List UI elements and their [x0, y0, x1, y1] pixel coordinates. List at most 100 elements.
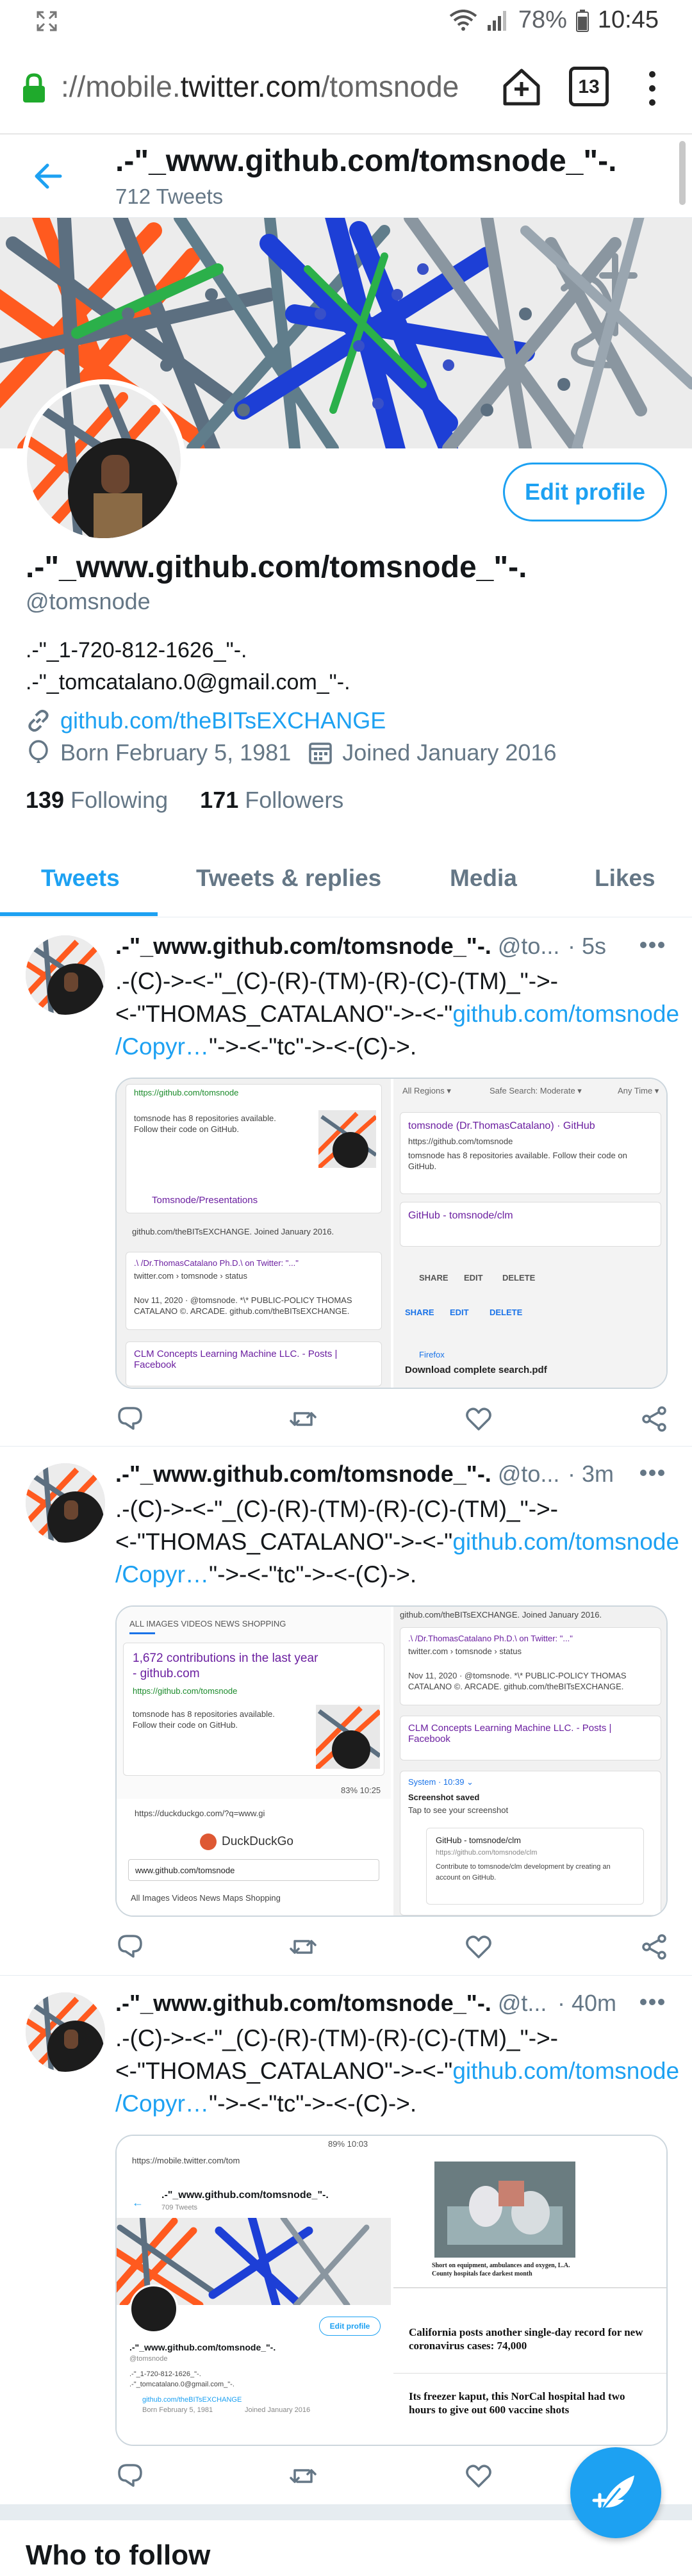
- tweet[interactable]: .-"_www.github.com/tomsnode_"-. @to... ·…: [0, 1447, 692, 1976]
- tweet-link[interactable]: github.com/tomsnode: [452, 1001, 679, 1027]
- tweet-author-handle[interactable]: @to...: [498, 933, 560, 959]
- reply-icon[interactable]: [117, 1406, 144, 1432]
- github-result-title: tomsnode (Dr.ThomasCatalano) · GitHub: [408, 1120, 595, 1131]
- ddg-url: https://duckduckgo.com/?q=www.gi: [135, 1809, 265, 1818]
- mini-profile-name: .-"_www.github.com/tomsnode_"-.: [129, 2342, 276, 2352]
- profile-website-row: github.com/theBITsEXCHANGE: [26, 707, 386, 734]
- mini-born: Born February 5, 1981: [142, 2406, 213, 2414]
- overflow-menu-icon[interactable]: [645, 69, 660, 108]
- screenshot-notification: System · 10:39 ⌄ Screenshot saved Tap to…: [400, 1771, 661, 1916]
- home-add-icon[interactable]: [501, 67, 542, 108]
- result-join-text: github.com/theBITsEXCHANGE. Joined Janua…: [132, 1227, 334, 1236]
- tweet-actions: [115, 1406, 668, 1438]
- calendar-icon: [309, 742, 332, 764]
- notif-preview-url: https://github.com/tomsnode/clm: [436, 1849, 538, 1857]
- browser-toolbar: ://mobile.twitter.com/tomsnode 13: [0, 41, 692, 135]
- tweet-text-tail: "->-<-"tc"->-<-(C)->.: [208, 2090, 417, 2117]
- tweet-text: .-(C)->-<-"_(C)-(R)-(TM)-(R)-(C)-(TM)_"-…: [115, 965, 679, 1063]
- tab-likes[interactable]: Likes: [595, 865, 655, 892]
- tweet[interactable]: .-"_www.github.com/tomsnode_"-. @to... ·…: [0, 919, 692, 1447]
- share-icon[interactable]: [641, 1933, 668, 1960]
- tweet-link[interactable]: github.com/tomsnode: [452, 2058, 679, 2084]
- retweet-icon[interactable]: [290, 1933, 317, 1960]
- tweet[interactable]: .-"_www.github.com/tomsnode_"-. @t... · …: [0, 1976, 692, 2505]
- compose-tweet-button[interactable]: [570, 2447, 661, 2538]
- news-headline-1: California posts another single-day reco…: [409, 2326, 643, 2352]
- tab-media[interactable]: Media: [450, 865, 517, 892]
- like-icon[interactable]: [465, 2463, 492, 2490]
- tweet-author-name[interactable]: .-"_www.github.com/tomsnode_"-.: [115, 1461, 491, 1487]
- media-screenshot-right: Short on equipment, ambulances and oxyge…: [393, 2136, 666, 2445]
- tab-switcher-button[interactable]: 13: [569, 67, 609, 106]
- scrollbar-thumb[interactable]: [679, 141, 686, 205]
- twitter-result-card: .\ /Dr.ThomasCatalano Ph.D.\ on Twitter:…: [400, 1627, 661, 1705]
- edit-profile-button[interactable]: Edit profile: [503, 463, 667, 521]
- notif-edit-grey: EDIT: [464, 1273, 483, 1283]
- tweet-author-name[interactable]: .-"_www.github.com/tomsnode_"-.: [115, 1990, 491, 2016]
- tweet-author-handle[interactable]: @t...: [498, 1990, 547, 2016]
- tweet-timestamp[interactable]: · 5s: [568, 933, 606, 960]
- reply-icon[interactable]: [117, 1933, 144, 1960]
- who-to-follow-heading: Who to follow: [26, 2539, 211, 2571]
- reply-icon[interactable]: [117, 2463, 144, 2490]
- like-icon[interactable]: [465, 1406, 492, 1432]
- like-icon[interactable]: [465, 1933, 492, 1960]
- followers-count: 171: [200, 787, 239, 813]
- mini-joined: Joined January 2016: [245, 2406, 311, 2414]
- phone-status: 89% 10:03: [328, 2139, 368, 2149]
- ddg-filter-tabs: All Images Videos News Maps Shopping: [131, 1893, 281, 1903]
- profile-avatar[interactable]: [22, 379, 186, 543]
- tweet-link-continued[interactable]: /Copyr…: [115, 1561, 209, 1587]
- search-tab-indicator: [129, 1632, 155, 1634]
- clm-result-card: CLM Concepts Learning Machine LLC. - Pos…: [400, 1716, 661, 1760]
- tweet-timestamp[interactable]: · 40m: [557, 1990, 616, 2017]
- github-result-url: https://github.com/tomsnode: [408, 1136, 513, 1146]
- mini-edit-profile: Edit profile: [319, 2317, 381, 2336]
- notif-source: System · 10:39 ⌄: [408, 1777, 474, 1787]
- tweet-media[interactable]: 89% 10:03 https://mobile.twitter.com/tom…: [115, 2135, 668, 2446]
- following-count: 139: [26, 787, 65, 813]
- result-url: https://github.com/tomsnode: [134, 1088, 239, 1097]
- battery-icon: [575, 9, 589, 32]
- tweet-avatar[interactable]: [26, 1992, 105, 2072]
- tweet-timestamp[interactable]: · 3m: [568, 1461, 614, 1488]
- following-link[interactable]: 139 Following: [26, 787, 168, 814]
- tweet-author-handle[interactable]: @to...: [498, 1461, 560, 1487]
- tweet-avatar[interactable]: [26, 935, 105, 1015]
- followers-link[interactable]: 171 Followers: [200, 787, 343, 814]
- time-filter: Any Time ▾: [618, 1086, 659, 1095]
- tweet-link-continued[interactable]: /Copyr…: [115, 1033, 209, 1060]
- more-options-icon[interactable]: [638, 935, 666, 955]
- notif-subtitle: Tap to see your screenshot: [408, 1805, 509, 1815]
- tweet-avatar[interactable]: [26, 1463, 105, 1543]
- tab-tweets[interactable]: Tweets: [41, 865, 120, 892]
- search-tabs: ALL IMAGES VIDEOS NEWS SHOPPING: [129, 1619, 286, 1628]
- news-divider-2: [393, 2373, 666, 2374]
- more-options-icon[interactable]: [638, 1463, 666, 1482]
- share-icon[interactable]: [641, 1406, 668, 1432]
- tab-tweets-replies[interactable]: Tweets & replies: [196, 865, 381, 892]
- profile-dates-row: Born February 5, 1981 Joined January 201…: [26, 739, 556, 766]
- tweet-link-continued[interactable]: /Copyr…: [115, 2090, 209, 2117]
- tweet-media[interactable]: https://github.com/tomsnode tomsnode has…: [115, 1078, 668, 1389]
- link-icon: [28, 709, 49, 732]
- tweet-actions: [115, 1933, 668, 1965]
- news-headline-2: Its freezer kaput, this NorCal hospital …: [409, 2390, 625, 2416]
- lock-icon[interactable]: [22, 73, 46, 104]
- back-arrow-icon[interactable]: [33, 161, 63, 191]
- clock: 10:45: [597, 6, 659, 33]
- result-repo-link: Tomsnode/Presentations: [152, 1195, 258, 1206]
- tweet-link[interactable]: github.com/tomsnode: [452, 1529, 679, 1555]
- tweet-author-name[interactable]: .-"_www.github.com/tomsnode_"-.: [115, 933, 491, 959]
- ddg-search-box: www.github.com/tomsnode: [128, 1859, 379, 1881]
- retweet-icon[interactable]: [290, 1406, 317, 1432]
- address-bar[interactable]: ://mobile.twitter.com/tomsnode: [61, 69, 459, 104]
- contrib-result-url: https://github.com/tomsnode: [133, 1686, 238, 1696]
- mini-back-arrow-icon: ←: [132, 2196, 144, 2209]
- tweet-media[interactable]: ALL IMAGES VIDEOS NEWS SHOPPING 1,672 co…: [115, 1605, 668, 1917]
- tweet-avatar-image: [26, 1463, 105, 1543]
- retweet-icon[interactable]: [290, 2463, 317, 2490]
- url-path: /tomsnode: [321, 70, 459, 103]
- profile-website-link[interactable]: github.com/theBITsEXCHANGE: [60, 707, 386, 734]
- more-options-icon[interactable]: [638, 1992, 666, 2012]
